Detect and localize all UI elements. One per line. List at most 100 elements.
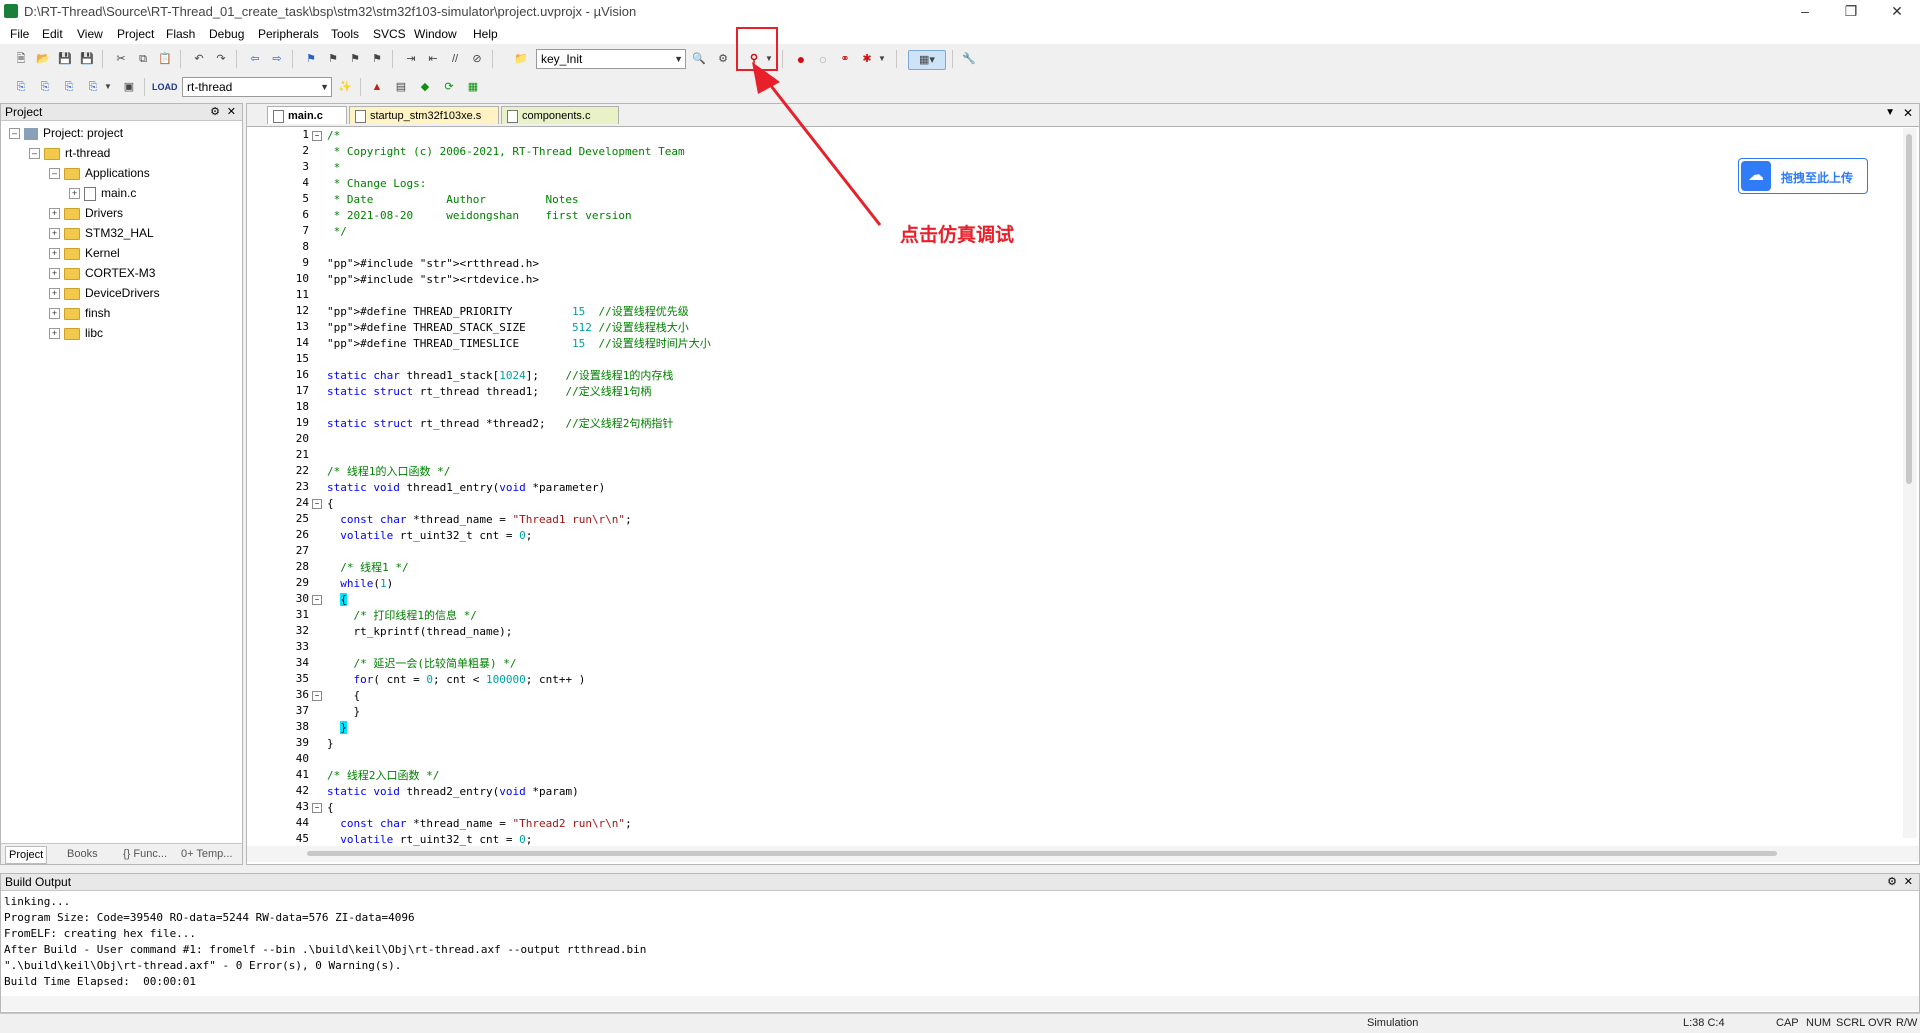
minimize-icon[interactable]: – bbox=[1782, 0, 1828, 24]
menu-help[interactable]: Help bbox=[473, 27, 498, 41]
tree-item-finsh[interactable]: + finsh bbox=[49, 304, 110, 322]
maximize-icon[interactable]: ❐ bbox=[1828, 0, 1874, 24]
tree-item-kernel[interactable]: + Kernel bbox=[49, 244, 120, 262]
open-file-icon[interactable]: 📂 bbox=[34, 50, 52, 68]
menu-svcs[interactable]: SVCS bbox=[373, 27, 406, 41]
code-area[interactable]: /* * Copyright (c) 2006-2021, RT-Thread … bbox=[327, 128, 1887, 846]
menu-tools[interactable]: Tools bbox=[331, 27, 359, 41]
indent-icon[interactable]: ⇥ bbox=[402, 50, 420, 68]
next-bookmark-icon[interactable]: ⚑ bbox=[346, 50, 364, 68]
clear-bookmarks-icon[interactable]: ⚑ bbox=[368, 50, 386, 68]
menu-edit[interactable]: Edit bbox=[42, 27, 63, 41]
new-file-icon[interactable]: 🗎 bbox=[12, 50, 30, 68]
close-icon[interactable]: ✕ bbox=[1874, 0, 1920, 24]
scrollbar-thumb[interactable] bbox=[1906, 134, 1912, 484]
expand-icon[interactable]: + bbox=[49, 328, 60, 340]
translate-icon[interactable]: ⎘ bbox=[12, 78, 30, 96]
fold-toggle-icon[interactable]: − bbox=[312, 803, 322, 813]
tab-project[interactable]: Project bbox=[5, 846, 48, 864]
save-all-icon[interactable]: 💾 bbox=[78, 50, 96, 68]
paste-icon[interactable]: 📋 bbox=[156, 50, 174, 68]
pin-icon[interactable]: ⚙ bbox=[1887, 874, 1897, 890]
options-for-target-icon[interactable]: ✨ bbox=[336, 78, 354, 96]
configure-icon[interactable]: 🔧 bbox=[960, 50, 978, 68]
find-in-files-icon[interactable]: 📁 bbox=[512, 50, 530, 68]
fold-toggle-icon[interactable]: − bbox=[312, 595, 322, 605]
menu-file[interactable]: File bbox=[10, 27, 29, 41]
rebuild-icon[interactable]: ⎘ bbox=[60, 78, 78, 96]
prev-bookmark-icon[interactable]: ⚑ bbox=[324, 50, 342, 68]
stop-build-icon[interactable]: ▣ bbox=[120, 78, 138, 96]
comment-icon[interactable]: // bbox=[446, 50, 464, 68]
undo-icon[interactable]: ↶ bbox=[190, 50, 208, 68]
menu-debug[interactable]: Debug bbox=[209, 27, 244, 41]
tree-item-stm32-hal[interactable]: + STM32_HAL bbox=[49, 224, 154, 242]
build-icon[interactable]: ⎘ bbox=[36, 78, 54, 96]
collapse-icon[interactable]: – bbox=[29, 148, 40, 160]
collapse-icon[interactable]: – bbox=[49, 168, 60, 180]
expand-icon[interactable]: + bbox=[69, 188, 80, 200]
vertical-scrollbar[interactable] bbox=[1903, 128, 1917, 838]
select-software-packs-icon[interactable]: ◆ bbox=[416, 78, 434, 96]
window-layout-icon[interactable]: ▦▾ bbox=[908, 50, 946, 70]
pin-icon[interactable]: ⚙ bbox=[210, 104, 220, 120]
bookmark-icon[interactable]: ⚑ bbox=[302, 50, 320, 68]
manage-project-items-icon[interactable]: ▲ bbox=[368, 78, 386, 96]
manage-rte-icon[interactable]: ▤ bbox=[392, 78, 410, 96]
find-icon[interactable]: 🔍 bbox=[690, 50, 708, 68]
menu-view[interactable]: View bbox=[77, 27, 103, 41]
tree-item-drivers[interactable]: + Drivers bbox=[49, 204, 123, 222]
batch-build-icon[interactable]: ⎘ bbox=[84, 78, 102, 96]
tab-startup-s[interactable]: startup_stm32f103xe.s bbox=[349, 106, 499, 124]
chevron-down-icon[interactable]: ▼ bbox=[104, 78, 112, 96]
tree-item-target[interactable]: – rt-thread bbox=[29, 144, 110, 162]
incremental-find-icon[interactable]: ⚙ bbox=[714, 50, 732, 68]
close-icon[interactable]: ✕ bbox=[227, 104, 236, 120]
uncomment-icon[interactable]: ⊘ bbox=[468, 50, 486, 68]
unindent-icon[interactable]: ⇤ bbox=[424, 50, 442, 68]
tab-components-c[interactable]: components.c bbox=[501, 106, 619, 124]
expand-icon[interactable]: + bbox=[49, 248, 60, 260]
menu-project[interactable]: Project bbox=[117, 27, 154, 41]
expand-icon[interactable]: + bbox=[49, 208, 60, 220]
tab-list-icon[interactable]: ▼ bbox=[1885, 107, 1895, 118]
scrollbar-thumb[interactable] bbox=[307, 851, 1777, 856]
tree-item-applications[interactable]: – Applications bbox=[49, 164, 150, 182]
tab-books[interactable]: Books bbox=[67, 846, 98, 862]
tab-templates[interactable]: 0+ Temp... bbox=[181, 846, 232, 862]
tree-item-project[interactable]: – Project: project bbox=[9, 124, 123, 142]
navigate-forward-icon[interactable]: ⇨ bbox=[268, 50, 286, 68]
pack-installer-icon[interactable]: ⟳ bbox=[440, 78, 458, 96]
redo-icon[interactable]: ↷ bbox=[212, 50, 230, 68]
fold-toggle-icon[interactable]: − bbox=[312, 691, 322, 701]
tree-item-devicedrivers[interactable]: + DeviceDrivers bbox=[49, 284, 160, 302]
tree-item-libc[interactable]: + libc bbox=[49, 324, 103, 342]
expand-icon[interactable]: + bbox=[49, 268, 60, 280]
menu-peripherals[interactable]: Peripherals bbox=[258, 27, 319, 41]
download-icon[interactable]: LOAD bbox=[152, 78, 178, 96]
fold-toggle-icon[interactable]: − bbox=[312, 131, 322, 141]
expand-icon[interactable]: + bbox=[49, 308, 60, 320]
expand-icon[interactable]: + bbox=[49, 228, 60, 240]
copy-icon[interactable]: ⧉ bbox=[134, 50, 152, 68]
tree-item-cortex-m3[interactable]: + CORTEX-M3 bbox=[49, 264, 155, 282]
horizontal-scrollbar[interactable] bbox=[247, 846, 1919, 862]
function-combo[interactable]: key_Init ▼ bbox=[536, 49, 686, 69]
expand-icon[interactable]: + bbox=[49, 288, 60, 300]
navigate-back-icon[interactable]: ⇦ bbox=[246, 50, 264, 68]
pack-update-icon[interactable]: ▦ bbox=[464, 78, 482, 96]
fold-toggle-icon[interactable]: − bbox=[312, 499, 322, 509]
cloud-upload-button[interactable]: ☁ 拖拽至此上传 bbox=[1738, 158, 1868, 194]
menu-flash[interactable]: Flash bbox=[166, 27, 195, 41]
horizontal-scrollbar[interactable] bbox=[1, 996, 1919, 1011]
tree-item-main-c[interactable]: + main.c bbox=[69, 184, 136, 202]
close-icon[interactable]: ✕ bbox=[1903, 106, 1913, 120]
close-icon[interactable]: ✕ bbox=[1904, 874, 1913, 890]
menu-window[interactable]: Window bbox=[414, 27, 457, 41]
target-combo[interactable]: rt-thread ▼ bbox=[182, 77, 332, 97]
cut-icon[interactable]: ✂ bbox=[112, 50, 130, 68]
save-icon[interactable]: 💾 bbox=[56, 50, 74, 68]
tab-main-c[interactable]: main.c bbox=[267, 106, 347, 124]
tab-functions[interactable]: {} Func... bbox=[123, 846, 167, 862]
collapse-icon[interactable]: – bbox=[9, 128, 20, 140]
